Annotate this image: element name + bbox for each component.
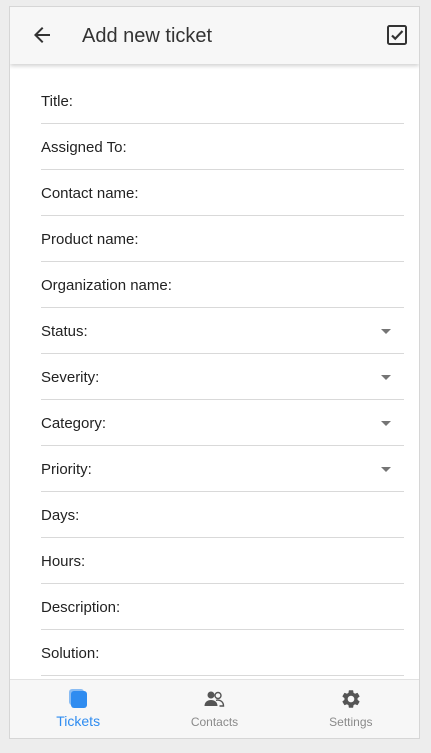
tab-label: Contacts <box>190 715 239 729</box>
input-field[interactable]: Assigned To: <box>41 124 404 170</box>
tickets-icon <box>67 688 89 710</box>
input-field[interactable]: Title: <box>41 78 404 124</box>
field-label: Product name: <box>41 231 139 248</box>
tab-contacts[interactable]: Contacts <box>146 680 282 738</box>
ticket-form: Title: Assigned To: Contact name: Product n… <box>41 78 404 676</box>
bottom-tab-bar: Tickets Contacts Settings <box>10 679 419 738</box>
app-screen: Add new ticket Title: Assigned To: Contact… <box>9 6 420 739</box>
contacts-icon <box>203 688 225 710</box>
gear-icon <box>340 688 362 710</box>
tab-label: Settings <box>329 715 373 729</box>
input-field[interactable]: Solution: <box>41 630 404 676</box>
select-field[interactable]: Category: <box>41 400 404 446</box>
field-label: Contact name: <box>41 185 139 202</box>
field-label: Status: <box>41 323 88 340</box>
tab-tickets[interactable]: Tickets <box>10 680 146 738</box>
field-label: Organization name: <box>41 277 172 294</box>
input-field[interactable]: Product name: <box>41 216 404 262</box>
field-label: Days: <box>41 507 80 524</box>
checkbox-check-icon <box>387 25 407 45</box>
caret-down-icon[interactable] <box>381 421 391 426</box>
field-label: Severity: <box>41 369 100 386</box>
tab-label: Tickets <box>56 713 101 729</box>
field-label: Assigned To: <box>41 139 127 156</box>
arrow-left-icon <box>34 27 50 43</box>
app-header: Add new ticket <box>10 7 419 64</box>
field-label: Hours: <box>41 553 86 570</box>
field-label: Description: <box>41 599 121 616</box>
input-field[interactable]: Hours: <box>41 538 404 584</box>
caret-down-icon[interactable] <box>381 329 391 334</box>
field-label: Priority: <box>41 461 92 478</box>
field-label: Category: <box>41 415 107 432</box>
select-field[interactable]: Severity: <box>41 354 404 400</box>
back-button[interactable] <box>30 23 54 47</box>
field-label: Solution: <box>41 645 100 662</box>
field-label: Title: <box>41 93 73 110</box>
caret-down-icon[interactable] <box>381 467 391 472</box>
caret-down-icon[interactable] <box>381 375 391 380</box>
select-field[interactable]: Priority: <box>41 446 404 492</box>
input-field[interactable]: Description: <box>41 584 404 630</box>
page-title: Add new ticket <box>82 25 213 47</box>
save-button[interactable] <box>385 23 409 47</box>
tab-settings[interactable]: Settings <box>283 680 419 738</box>
input-field[interactable]: Organization name: <box>41 262 404 308</box>
input-field[interactable]: Days: <box>41 492 404 538</box>
input-field[interactable]: Contact name: <box>41 170 404 216</box>
select-field[interactable]: Status: <box>41 308 404 354</box>
